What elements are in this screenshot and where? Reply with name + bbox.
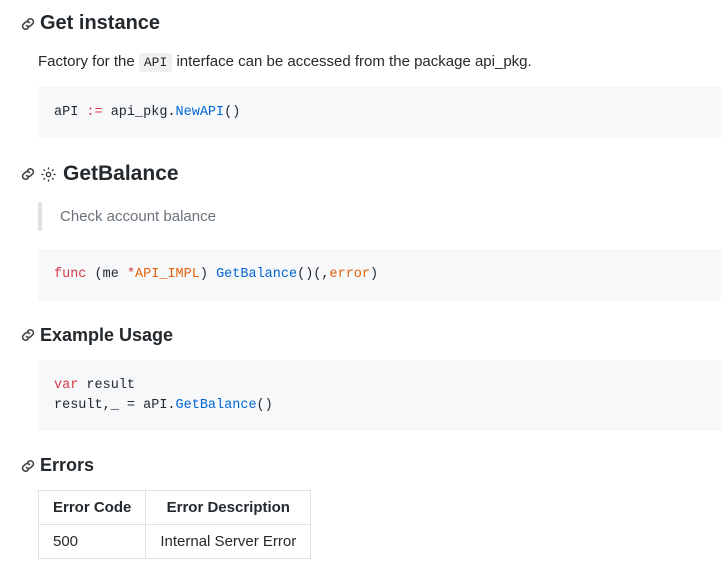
link-icon[interactable] <box>20 327 36 343</box>
code-example-usage: var result result,_ = aPI.GetBalance() <box>38 360 721 431</box>
heading-errors: Errors <box>20 455 721 476</box>
th-error-desc: Error Description <box>146 491 311 525</box>
heading-text: GetBalance <box>63 162 179 186</box>
heading-text: Example Usage <box>40 325 173 346</box>
gear-icon <box>40 166 57 183</box>
table-row: 500 Internal Server Error <box>39 525 311 559</box>
get-instance-paragraph: Factory for the API interface can be acc… <box>38 51 721 73</box>
errors-table: Error Code Error Description 500 Interna… <box>38 490 311 559</box>
code-get-instance: aPI := api_pkg.NewAPI() <box>38 87 721 139</box>
heading-example-usage: Example Usage <box>20 325 721 346</box>
link-icon[interactable] <box>20 166 36 182</box>
td-error-desc: Internal Server Error <box>146 525 311 559</box>
heading-get-instance: Get instance <box>20 12 721 35</box>
th-error-code: Error Code <box>39 491 146 525</box>
inline-code-api: API <box>139 53 172 72</box>
heading-text: Get instance <box>40 12 160 35</box>
heading-text: Errors <box>40 455 94 476</box>
code-get-balance: func (me *API_IMPL) GetBalance()(,error) <box>38 249 721 301</box>
table-header-row: Error Code Error Description <box>39 491 311 525</box>
heading-get-balance: GetBalance <box>20 162 721 186</box>
get-balance-quote: Check account balance <box>38 202 721 231</box>
td-error-code: 500 <box>39 525 146 559</box>
link-icon[interactable] <box>20 458 36 474</box>
link-icon[interactable] <box>20 16 36 32</box>
